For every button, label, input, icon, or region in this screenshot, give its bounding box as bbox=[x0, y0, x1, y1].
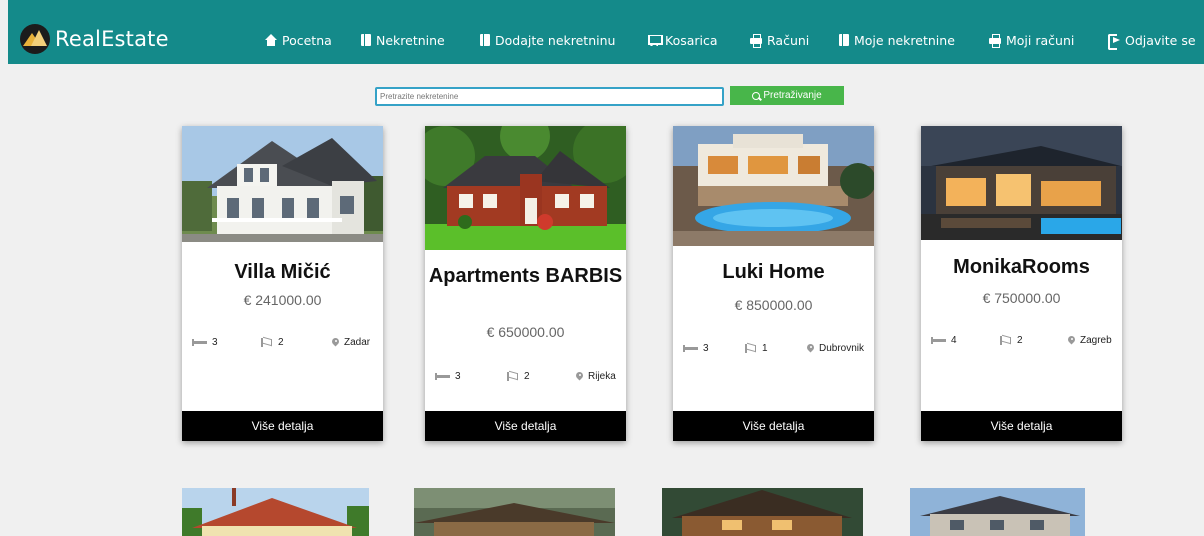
map-marker-icon bbox=[576, 372, 583, 381]
nav-item-odjavite-se[interactable]: Odjavite se bbox=[1108, 32, 1196, 50]
property-price: € 750000.00 bbox=[982, 290, 1061, 306]
bed-icon bbox=[931, 337, 946, 344]
bedrooms: 3 bbox=[435, 371, 461, 382]
sign-out-icon bbox=[1108, 34, 1120, 50]
bathrooms: 2 bbox=[1000, 335, 1023, 346]
property-title: Luki Home bbox=[722, 261, 825, 283]
property-photo[interactable] bbox=[910, 488, 1085, 536]
bathrooms-value: 1 bbox=[762, 343, 768, 354]
property-photo[interactable] bbox=[662, 488, 863, 536]
book-icon bbox=[839, 34, 849, 46]
bathtub-icon bbox=[745, 344, 756, 353]
nav-item-moje-nekretnine[interactable]: Moje nekretnine bbox=[839, 32, 955, 48]
location-value: Rijeka bbox=[588, 371, 616, 382]
search-icon bbox=[752, 91, 761, 100]
home-icon bbox=[265, 34, 277, 46]
print-icon bbox=[989, 34, 1001, 48]
location: Zadar bbox=[332, 337, 370, 348]
bedrooms-value: 3 bbox=[703, 343, 709, 354]
location: Rijeka bbox=[576, 371, 616, 382]
search-input[interactable] bbox=[375, 87, 724, 106]
property-photo[interactable] bbox=[414, 488, 615, 536]
property-card: Apartments BARBIS € 650000.00 3 2 Rijeka… bbox=[425, 126, 626, 441]
property-price: € 650000.00 bbox=[486, 324, 565, 340]
brand-logo-icon bbox=[20, 24, 50, 54]
book-icon bbox=[361, 34, 371, 46]
property-photo[interactable] bbox=[425, 126, 626, 250]
location-value: Dubrovnik bbox=[819, 343, 865, 354]
bathrooms: 2 bbox=[507, 371, 530, 382]
property-photo[interactable] bbox=[182, 126, 383, 242]
bed-icon bbox=[435, 373, 450, 380]
bathtub-icon bbox=[1000, 336, 1011, 345]
bedrooms-value: 3 bbox=[212, 337, 218, 348]
nav-item-nekretnine[interactable]: Nekretnine bbox=[361, 32, 445, 48]
bathrooms: 2 bbox=[261, 337, 284, 348]
print-icon bbox=[750, 34, 762, 48]
search-button-label: Pretraživanje bbox=[763, 90, 822, 101]
property-card: Villa Mičić € 241000.00 3 2 Zadar Više d… bbox=[182, 126, 383, 441]
nav-item-dodajte-nekretninu[interactable]: Dodajte nekretninu bbox=[480, 32, 615, 48]
nav-item-pocetna[interactable]: Pocetna bbox=[265, 32, 332, 48]
nav-label: Nekretnine bbox=[376, 32, 445, 48]
nav-label: Moji računi bbox=[1006, 32, 1075, 48]
property-photo[interactable] bbox=[182, 488, 369, 536]
location: Dubrovnik bbox=[807, 343, 864, 354]
map-marker-icon bbox=[1068, 336, 1075, 345]
property-title: Apartments BARBIS bbox=[428, 265, 623, 287]
property-card: Luki Home € 850000.00 3 1 Dubrovnik Više… bbox=[673, 126, 874, 441]
brand[interactable]: RealEstate bbox=[20, 24, 169, 54]
bed-icon bbox=[683, 345, 698, 352]
details-button[interactable]: Više detalja bbox=[182, 411, 383, 441]
location-value: Zadar bbox=[344, 337, 371, 348]
location-value: Zagreb bbox=[1080, 335, 1112, 346]
bathrooms: 1 bbox=[745, 343, 768, 354]
nav-label: Dodajte nekretninu bbox=[495, 32, 616, 48]
bathrooms-value: 2 bbox=[1017, 335, 1023, 346]
map-marker-icon bbox=[332, 338, 339, 347]
property-title: Villa Mičić bbox=[234, 261, 331, 283]
cart-icon bbox=[648, 34, 663, 46]
nav-item-moji-racuni[interactable]: Moji računi bbox=[989, 32, 1074, 48]
bathrooms-value: 2 bbox=[278, 337, 284, 348]
bed-icon bbox=[192, 339, 207, 346]
property-price: € 850000.00 bbox=[734, 297, 813, 313]
bathtub-icon bbox=[507, 372, 518, 381]
details-button[interactable]: Više detalja bbox=[921, 411, 1122, 441]
nav-label: Računi bbox=[767, 32, 810, 48]
nav-label: Pocetna bbox=[282, 32, 332, 48]
search-button[interactable]: Pretraživanje bbox=[730, 86, 844, 105]
bathtub-icon bbox=[261, 338, 272, 347]
property-photo[interactable] bbox=[673, 126, 874, 246]
nav-item-kosarica[interactable]: Kosarica bbox=[648, 32, 718, 48]
property-title: MonikaRooms bbox=[953, 256, 1090, 278]
nav-item-racuni[interactable]: Računi bbox=[750, 32, 809, 48]
details-button[interactable]: Više detalja bbox=[425, 411, 626, 441]
bathrooms-value: 2 bbox=[524, 371, 530, 382]
bedrooms: 3 bbox=[683, 343, 709, 354]
nav-label: Kosarica bbox=[665, 32, 718, 48]
property-photo[interactable] bbox=[921, 126, 1122, 240]
details-button[interactable]: Više detalja bbox=[673, 411, 874, 441]
bedrooms: 4 bbox=[931, 335, 957, 346]
bedrooms-value: 4 bbox=[951, 335, 957, 346]
book-icon bbox=[480, 34, 490, 46]
property-price: € 241000.00 bbox=[243, 292, 322, 308]
bedrooms: 3 bbox=[192, 337, 218, 348]
nav-label: Moje nekretnine bbox=[854, 32, 955, 48]
brand-name: RealEstate bbox=[55, 27, 169, 51]
location: Zagreb bbox=[1068, 335, 1112, 346]
property-card: MonikaRooms € 750000.00 4 2 Zagreb Više … bbox=[921, 126, 1122, 441]
bedrooms-value: 3 bbox=[455, 371, 461, 382]
nav-label: Odjavite se bbox=[1125, 32, 1196, 48]
map-marker-icon bbox=[807, 344, 814, 353]
